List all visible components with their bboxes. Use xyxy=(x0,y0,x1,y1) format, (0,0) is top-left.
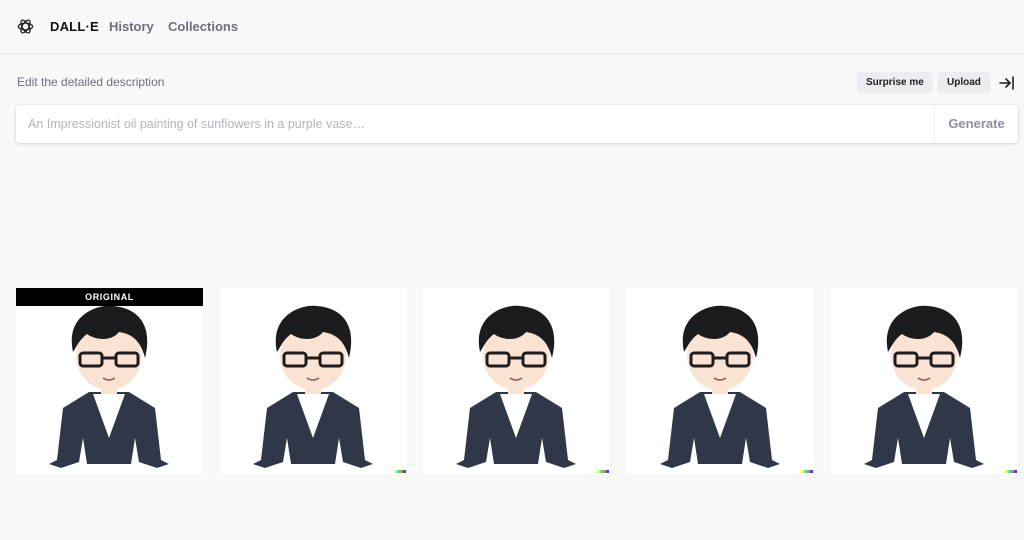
dalle-signature xyxy=(800,470,813,473)
portrait-illustration xyxy=(49,305,169,468)
generate-button[interactable]: Generate xyxy=(934,105,1018,143)
portrait-illustration xyxy=(660,305,780,468)
dalle-signature xyxy=(393,470,406,473)
variation-image-1[interactable] xyxy=(220,288,407,474)
portrait-illustration xyxy=(456,305,576,468)
nav-collections[interactable]: Collections xyxy=(168,19,238,34)
portrait-illustration xyxy=(864,305,984,468)
original-badge: ORIGINAL xyxy=(16,288,203,306)
portrait-illustration xyxy=(253,305,373,468)
variation-image-3[interactable] xyxy=(627,288,814,474)
nav-history[interactable]: History xyxy=(109,19,154,34)
signature-swatch xyxy=(810,470,813,473)
signature-swatch xyxy=(606,470,609,473)
signature-swatch xyxy=(1014,470,1017,473)
dalle-signature xyxy=(596,470,609,473)
prompt-bar: Generate xyxy=(16,105,1018,143)
dalle-signature xyxy=(1004,470,1017,473)
variation-image-2[interactable] xyxy=(423,288,610,474)
surprise-me-button[interactable]: Surprise me xyxy=(857,72,933,94)
collapse-arrow-icon[interactable] xyxy=(998,74,1016,92)
brand-title[interactable]: DALL·E xyxy=(50,19,99,34)
top-navigation: DALL·E History Collections xyxy=(0,0,1024,54)
signature-swatch xyxy=(403,470,406,473)
prompt-label: Edit the detailed description xyxy=(17,75,165,89)
prompt-input[interactable] xyxy=(28,105,928,143)
original-image[interactable]: ORIGINAL xyxy=(16,288,203,474)
upload-button[interactable]: Upload xyxy=(938,72,990,94)
variation-image-4[interactable] xyxy=(831,288,1018,474)
openai-logo-icon[interactable] xyxy=(16,17,35,36)
